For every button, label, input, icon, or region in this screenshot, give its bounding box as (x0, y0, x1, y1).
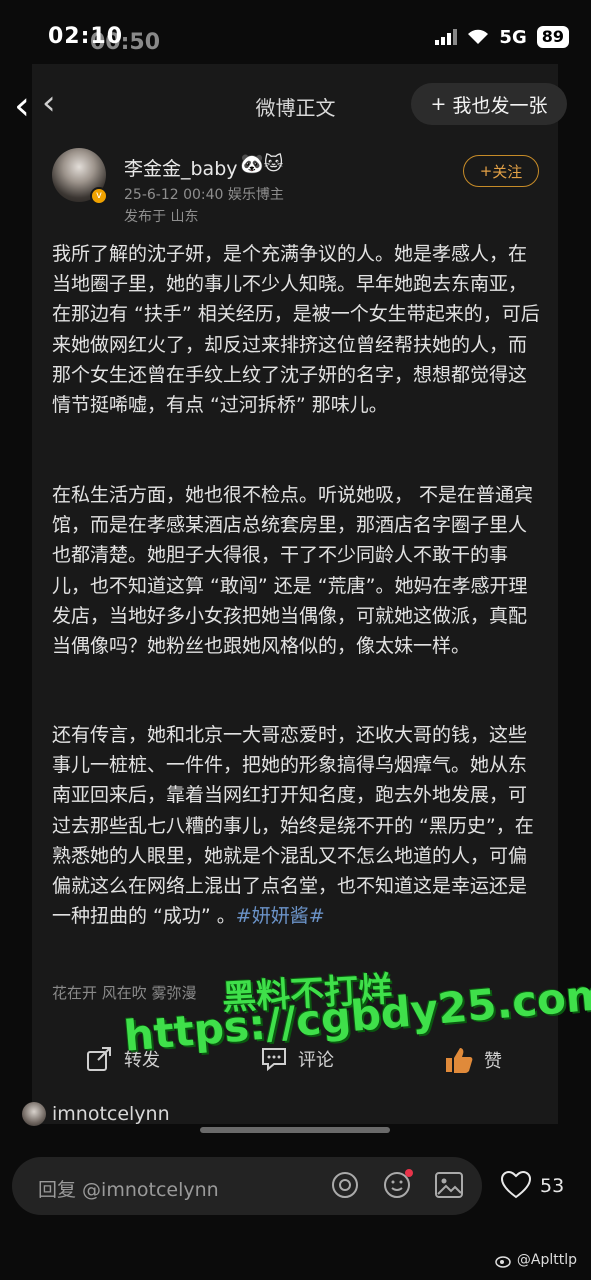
mention-icon[interactable] (330, 1170, 360, 1200)
repost-icon (87, 1047, 111, 1071)
comment-label: 评论 (298, 1050, 334, 1071)
post-paragraph-1: 我所了解的沈子妍，是个充满争议的人。她是孝感人，在当地圈子里，她的事儿不少人知晓… (52, 243, 540, 417)
post-paragraph-3-text: 还有传言，她和北京一大哥恋爱时，还收大哥的钱，这些事儿一桩桩、一件件，把她的形象… (52, 724, 534, 928)
bottom-username: imnotcelynn (52, 1103, 170, 1125)
follow-label: 关注 (492, 162, 523, 181)
credit-handle: @Aplttlp (516, 1252, 577, 1268)
post-location: 发布于 山东 (124, 209, 199, 225)
reply-placeholder: 回复 @imnotcelynn (38, 1179, 219, 1201)
post-paragraph-2: 在私生活方面，她也很不检点。听说她吸， 不是在普通宾馆，而是在孝感某酒店总统套房… (52, 484, 534, 658)
author-name[interactable]: 李金金_baby (124, 154, 238, 181)
signal-icon (435, 29, 458, 45)
status-time: 02:10 (48, 24, 124, 49)
like-label: 赞 (484, 1051, 502, 1072)
plus-icon: + (430, 93, 447, 115)
plus-icon: + (479, 162, 493, 180)
post-meta: 25-6-12 00:40 娱乐博主 (124, 187, 284, 203)
comment-button[interactable]: 评论 (260, 1046, 334, 1072)
status-icons: 5G 89 (435, 26, 569, 48)
bottom-user[interactable]: imnotcelynn (22, 1102, 170, 1126)
thumbs-up-icon (446, 1048, 473, 1073)
emoji-icon[interactable] (382, 1168, 414, 1200)
hashtag-link[interactable]: #妍妍酱# (236, 905, 325, 927)
author-emoji: 🐼🐱 (240, 153, 284, 175)
image-icon[interactable] (434, 1170, 464, 1200)
like-button[interactable]: 赞 (444, 1046, 502, 1074)
wifi-icon (468, 29, 489, 44)
home-indicator (200, 1127, 390, 1133)
user-avatar (22, 1102, 46, 1126)
like-count: 53 (540, 1175, 565, 1197)
footer-tags: 花在开 风在吹 雾弥漫 (52, 984, 197, 1002)
source-credit: @Aplttlp (495, 1252, 577, 1268)
verified-badge-icon: v (90, 187, 108, 205)
comment-icon (262, 1048, 286, 1072)
follow-button[interactable]: + 关注 (463, 155, 539, 187)
share-photo-button[interactable]: + 我也发一张 (411, 83, 567, 125)
post-paragraph-3: 还有传言，她和北京一大哥恋爱时，还收大哥的钱，这些事儿一桩桩、一件件，把她的形象… (52, 720, 542, 931)
weibo-logo-icon (495, 1256, 511, 1268)
network-type: 5G (499, 26, 527, 48)
share-photo-label: 我也发一张 (452, 94, 548, 117)
heart-icon[interactable] (500, 1170, 532, 1200)
battery-indicator: 89 (536, 26, 569, 48)
